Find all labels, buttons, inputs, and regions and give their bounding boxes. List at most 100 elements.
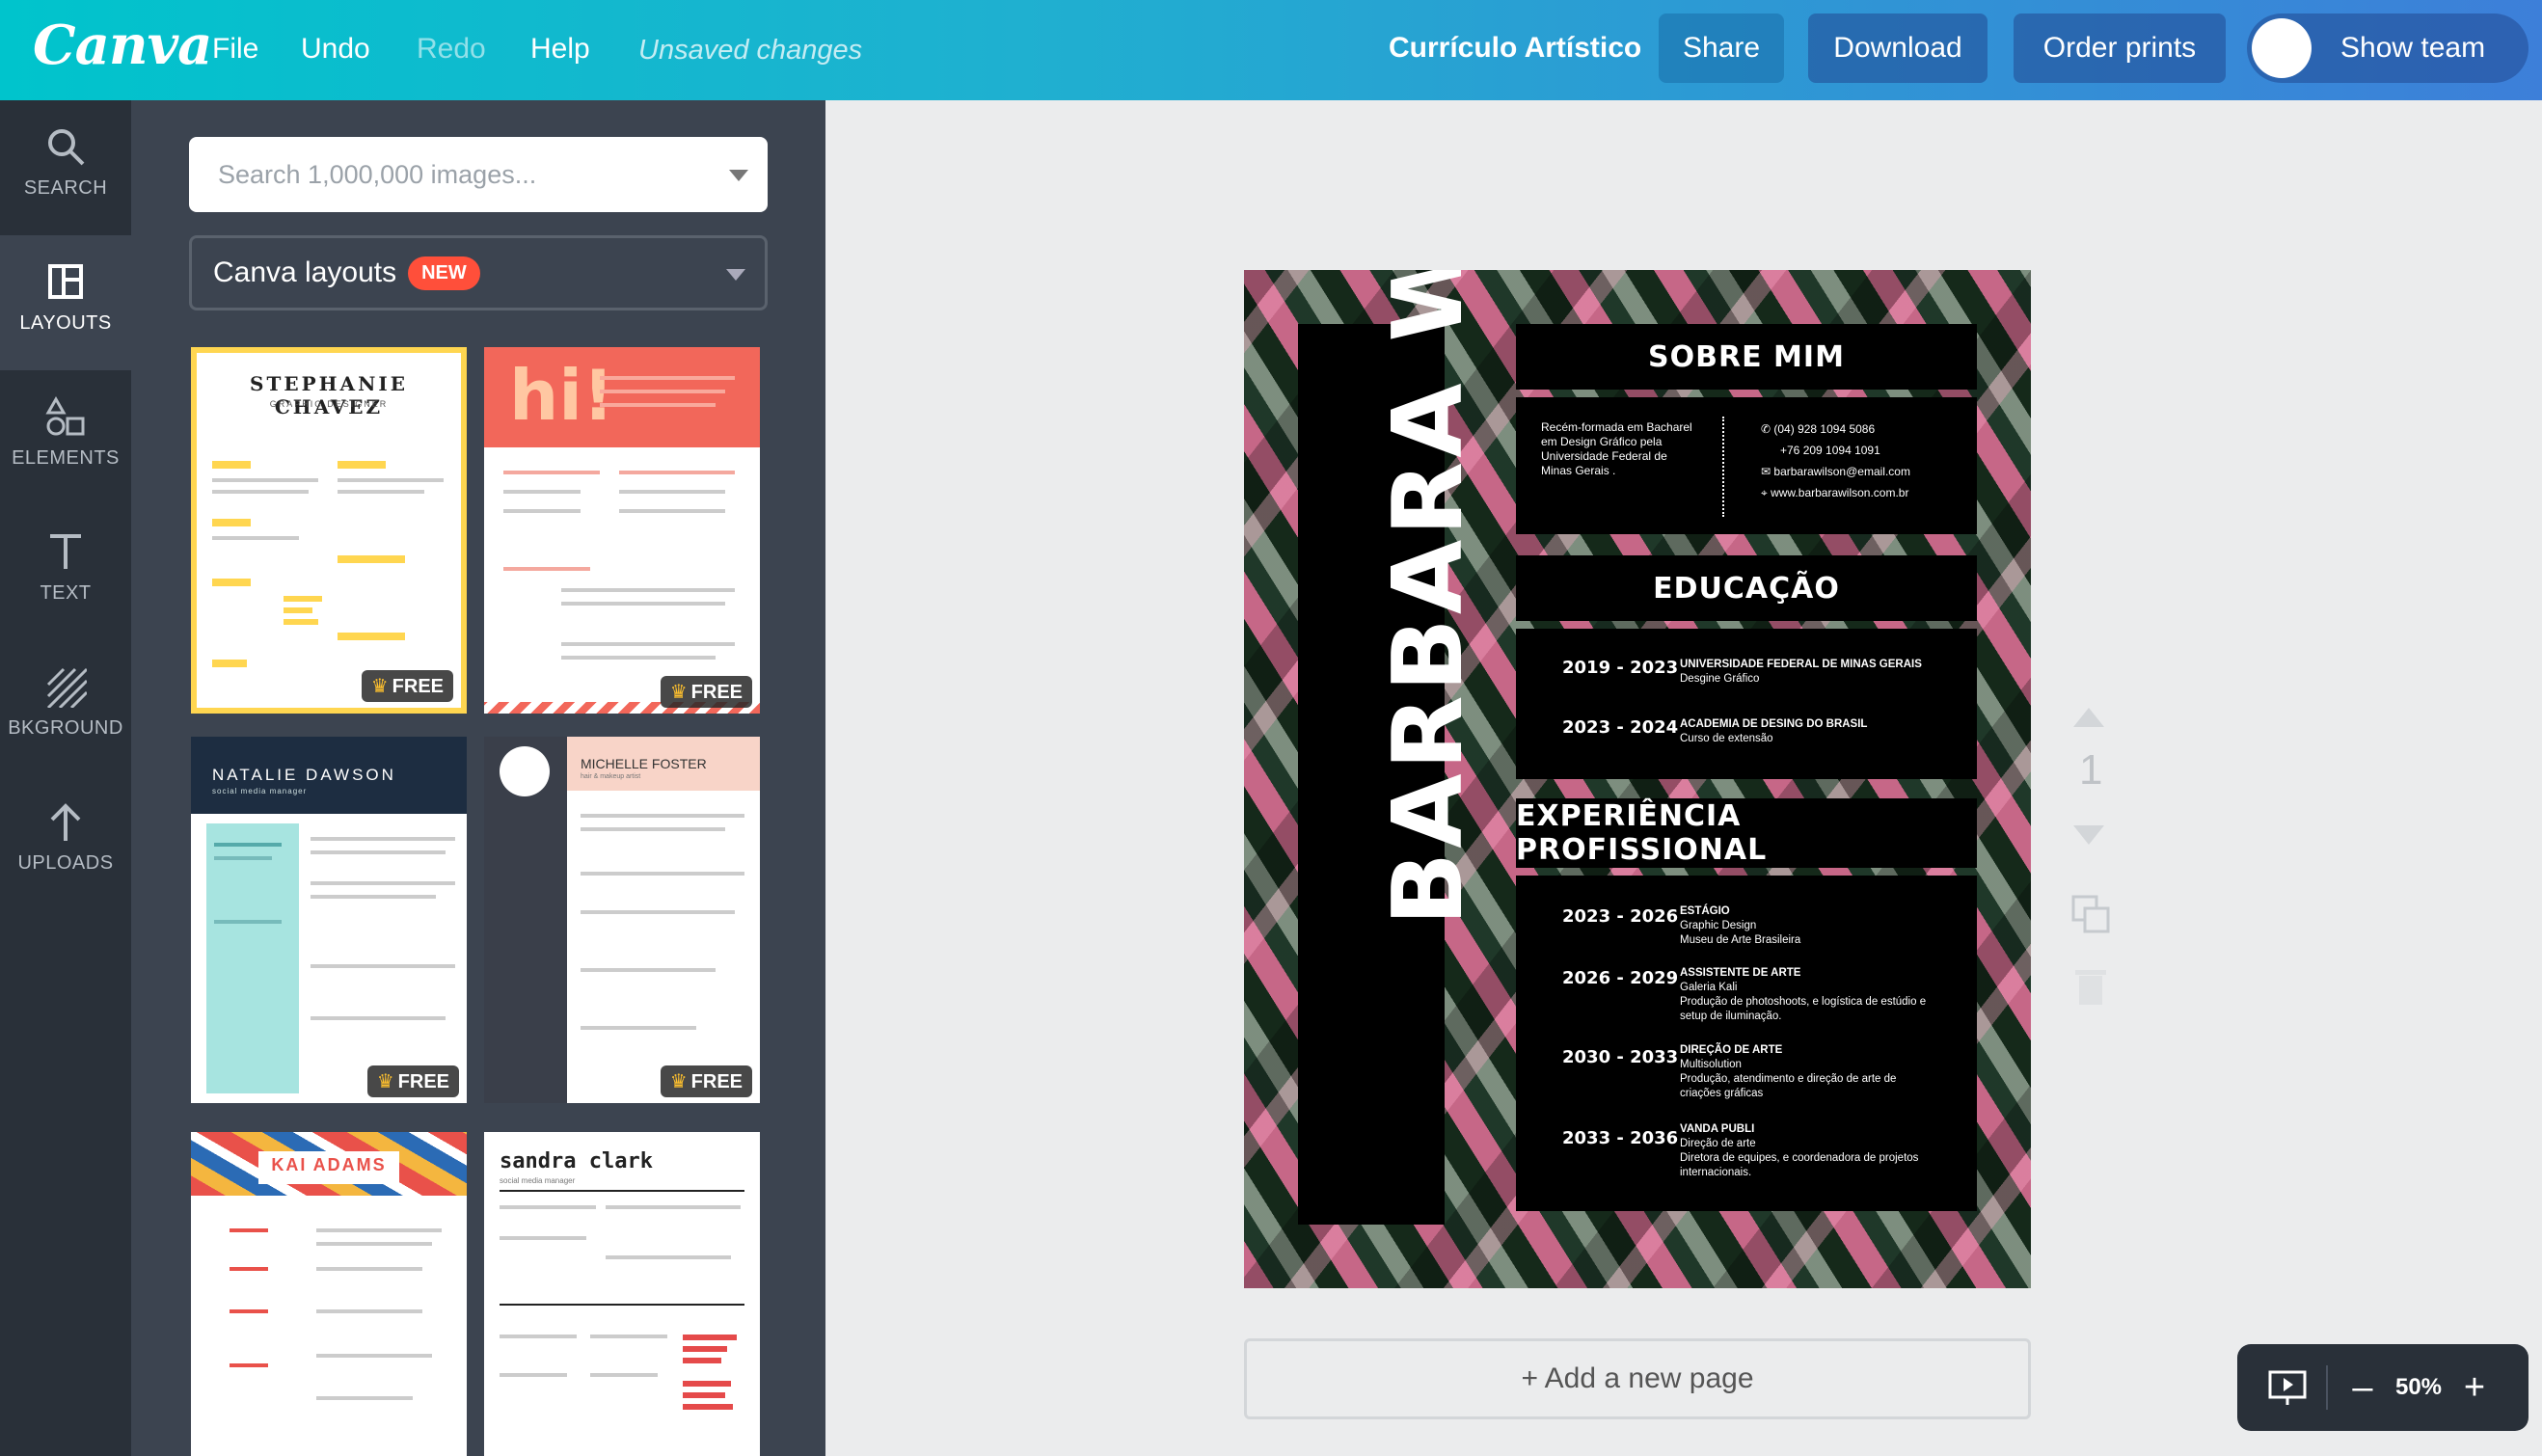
template-line (500, 1236, 586, 1240)
menu-file[interactable]: File (212, 33, 258, 66)
template-line (212, 536, 299, 540)
template-line (503, 509, 581, 513)
template-skill-bar (284, 596, 322, 602)
page-down-icon[interactable] (2073, 825, 2104, 845)
template-section-tag (338, 555, 405, 563)
contact-phone2: +76 209 1094 1091 (1780, 444, 1880, 457)
sobre-text: Recém-formada em Bacharel em Design Gráf… (1541, 420, 1692, 477)
exp-line: Produção, atendimento e direção de arte … (1680, 1073, 1897, 1085)
template-thumbnail[interactable]: MICHELLE FOSTER hair & makeup artist ♛ FR… (484, 737, 760, 1103)
section-header-experiencia[interactable]: EXPERIÊNCIA PROFISSIONAL (1516, 798, 1977, 868)
trash-icon[interactable] (2075, 968, 2106, 1007)
template-skill-bar (683, 1381, 731, 1387)
template-thumbnail[interactable]: STEPHANIE CHAVEZ GRAPHIC DESIGNER ♛ FREE (191, 347, 467, 714)
new-badge: NEW (408, 256, 480, 290)
exp-role: DIREÇÃO DE ARTE (1680, 1044, 1783, 1056)
menu-redo[interactable]: Redo (417, 33, 486, 66)
menu-undo[interactable]: Undo (301, 33, 370, 66)
template-thumbnail[interactable]: KAI ADAMS (191, 1132, 467, 1456)
template-line (230, 1228, 268, 1232)
template-thumbnail[interactable]: sandra clark social media manager (484, 1132, 760, 1456)
template-line (600, 390, 725, 393)
template-skill-bar (284, 619, 318, 625)
template-line (606, 1205, 741, 1209)
template-subtitle: social media manager (212, 787, 308, 795)
divider (1722, 417, 1724, 517)
template-line (561, 642, 735, 646)
exp-entry: VANDA PUBLI Direção de arte Diretora de eq… (1680, 1122, 1918, 1180)
rail-item-background[interactable]: BKGROUND (0, 640, 131, 775)
save-status: Unsaved changes (638, 35, 863, 66)
exp-entry: ASSISTENTE DE ARTE Galeria Kali Produção d… (1680, 966, 1926, 1024)
template-skill-bar (683, 1358, 721, 1363)
template-line (581, 968, 716, 972)
layouts-panel: Canva layouts NEW STEPHANIE CHAVEZ GRAPH… (131, 100, 825, 1456)
copy-page-icon[interactable] (2071, 895, 2110, 933)
download-button[interactable]: Download (1808, 13, 1988, 83)
sobre-block[interactable]: Recém-formada em Bacharel em Design Gráf… (1516, 397, 1977, 534)
share-button[interactable]: Share (1659, 13, 1784, 83)
template-divider (500, 1190, 744, 1192)
template-skill-bar (284, 607, 312, 613)
template-line (316, 1242, 432, 1246)
template-line (316, 1354, 432, 1358)
layout-source-dropdown[interactable]: Canva layouts NEW (189, 235, 768, 310)
template-section-tag (212, 461, 251, 469)
exp-line: Direção de arte (1680, 1138, 1756, 1149)
free-label: FREE (690, 682, 743, 703)
template-line (500, 1373, 567, 1377)
section-header-educacao[interactable]: EDUCAÇÃO (1516, 555, 1977, 621)
exp-line: setup de iluminação. (1680, 1011, 1782, 1022)
zoom-out-button[interactable]: – (2345, 1367, 2380, 1409)
template-line (581, 827, 725, 831)
rail-item-elements[interactable]: ELEMENTS (0, 370, 131, 505)
rail-item-uploads[interactable]: UPLOADS (0, 775, 131, 910)
template-line (214, 920, 282, 924)
crown-icon: ♛ (669, 682, 688, 703)
edu-school: ACADEMIA DE DESING DO BRASIL (1680, 718, 1868, 730)
template-thumbnail[interactable]: hi! ♛ FREE (484, 347, 760, 714)
template-line (619, 509, 725, 513)
experiencia-block[interactable]: 2023 - 2026 ESTÁGIO Graphic Design Museu d… (1516, 876, 1977, 1211)
section-header-sobre[interactable]: SOBRE MIM (1516, 324, 1977, 390)
page-up-icon[interactable] (2073, 708, 2104, 727)
canva-logo[interactable]: Canva (33, 13, 212, 77)
template-subtitle: GRAPHIC DESIGNER (269, 399, 389, 409)
edu-years: 2023 - 2024 (1562, 717, 1679, 738)
show-team-button[interactable]: Show team (2247, 13, 2528, 83)
template-line (212, 490, 309, 494)
rail-item-text[interactable]: TEXT (0, 505, 131, 640)
template-skill-bar (683, 1335, 737, 1340)
template-line (311, 1016, 446, 1020)
template-line (316, 1309, 422, 1313)
add-page-button[interactable]: + Add a new page (1244, 1338, 2031, 1419)
exp-role: ESTÁGIO (1680, 905, 1730, 917)
template-title: hi! (509, 355, 614, 436)
menu-help[interactable]: Help (530, 33, 590, 66)
page-number: 1 (2079, 746, 2103, 794)
template-line (311, 964, 455, 968)
zoom-in-button[interactable]: + (2457, 1367, 2492, 1409)
rail-item-search[interactable]: SEARCH (0, 100, 131, 235)
edu-course: Desgine Gráfico (1680, 673, 1760, 685)
present-icon[interactable] (2266, 1366, 2309, 1409)
exp-line: Galeria Kali (1680, 982, 1738, 993)
template-line (503, 471, 600, 474)
rail-item-layouts[interactable]: LAYOUTS (0, 235, 131, 370)
resume-page[interactable]: BARBARA WILSON SOBRE MIM Recém-formada e… (1244, 270, 2031, 1288)
image-search-input[interactable] (189, 137, 768, 212)
exp-years: 2030 - 2033 (1562, 1047, 1679, 1067)
template-line (561, 656, 716, 660)
resume-name[interactable]: BARBARA WILSON (1371, 270, 1484, 926)
zoom-level[interactable]: 50% (2380, 1374, 2457, 1401)
template-line (590, 1335, 667, 1338)
contact-phone1: ✆ (04) 928 1094 5086 (1761, 422, 1875, 437)
order-prints-button[interactable]: Order prints (2014, 13, 2226, 83)
chevron-down-icon[interactable] (729, 170, 748, 181)
template-thumbnail[interactable]: NATALIE DAWSON social media manager ♛ FRE… (191, 737, 467, 1103)
document-title[interactable]: Currículo Artístico (1389, 32, 1641, 65)
template-line (316, 1267, 422, 1271)
template-section-tag (338, 633, 405, 640)
educacao-block[interactable]: 2019 - 2023 UNIVERSIDADE FEDERAL DE MINA… (1516, 629, 1977, 779)
template-line (619, 490, 725, 494)
